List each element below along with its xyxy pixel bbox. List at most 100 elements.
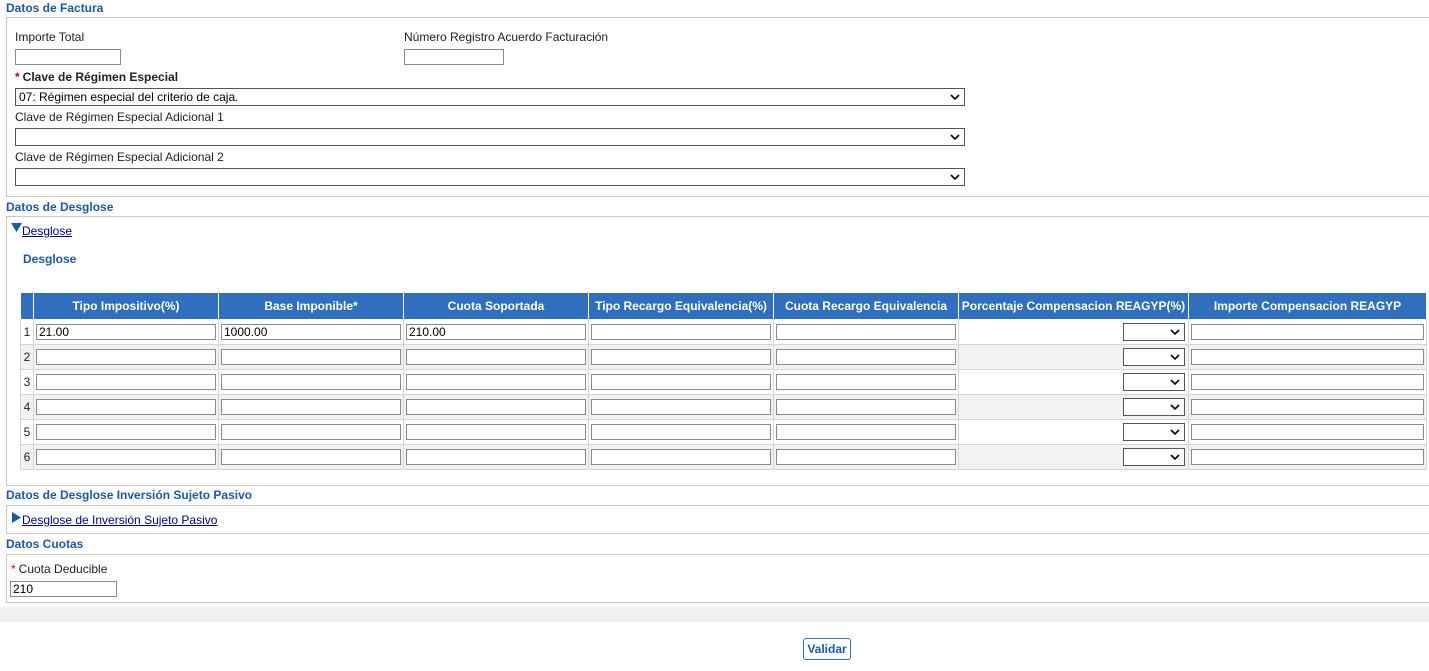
tipo-recargo-input[interactable] [591, 349, 771, 365]
desglose-subtitle: Desglose [23, 252, 77, 266]
tipo-impositivo-input[interactable] [36, 449, 216, 465]
table-cell [33, 344, 219, 370]
importe-total-input[interactable] [15, 49, 121, 65]
chevron-down-icon [950, 174, 960, 181]
table-cell [773, 369, 959, 395]
table-cell [1188, 444, 1427, 470]
table-row: 6 [20, 444, 1427, 470]
tipo-recargo-input[interactable] [591, 424, 771, 440]
tipo-recargo-input[interactable] [591, 449, 771, 465]
table-cell [403, 344, 589, 370]
table-cell [218, 319, 404, 345]
table-cell [218, 344, 404, 370]
base-imponible-input[interactable] [221, 349, 401, 365]
tipo-impositivo-input[interactable] [36, 324, 216, 340]
column-header-index [20, 292, 34, 320]
cuota-deducible-label-text: Cuota Deducible [18, 562, 108, 576]
cuota-soportada-input[interactable] [406, 349, 586, 365]
desglose-toggle-link[interactable]: Desglose [22, 224, 72, 238]
porcentaje-compensacion-select[interactable] [1123, 373, 1185, 391]
cuota-recargo-input[interactable] [776, 349, 956, 365]
section-title-cuotas: Datos Cuotas [6, 537, 84, 551]
importe-compensacion-input[interactable] [1191, 324, 1424, 340]
clave-adicional2-select[interactable] [15, 168, 965, 186]
base-imponible-input[interactable] [221, 424, 401, 440]
cuota-recargo-input[interactable] [776, 424, 956, 440]
base-imponible-input[interactable] [221, 374, 401, 390]
tipo-recargo-input[interactable] [591, 399, 771, 415]
porcentaje-compensacion-select[interactable] [1123, 398, 1185, 416]
cuota-soportada-input[interactable] [406, 449, 586, 465]
table-row: 2 [20, 344, 1427, 370]
tipo-impositivo-input[interactable] [36, 374, 216, 390]
cuota-soportada-input[interactable] [406, 374, 586, 390]
importe-total-label: Importe Total [15, 30, 85, 44]
porcentaje-compensacion-select[interactable] [1123, 448, 1185, 466]
triangle-right-icon[interactable] [11, 512, 21, 526]
triangle-down-icon[interactable] [11, 222, 22, 236]
porcentaje-compensacion-select[interactable] [1123, 323, 1185, 341]
cuota-recargo-input[interactable] [776, 449, 956, 465]
tipo-impositivo-input[interactable] [36, 399, 216, 415]
tipo-recargo-input[interactable] [591, 374, 771, 390]
cuota-recargo-input[interactable] [776, 374, 956, 390]
table-cell [403, 394, 589, 420]
table-cell [588, 319, 774, 345]
action-bar [0, 622, 1429, 671]
table-cell [588, 419, 774, 445]
table-cell [773, 419, 959, 445]
table-cell [958, 394, 1189, 420]
desglose-table: Tipo Impositivo(%) Base Imponible* Cuota… [20, 292, 1427, 470]
importe-compensacion-input[interactable] [1191, 424, 1424, 440]
clave-regimen-select[interactable]: 07: Régimen especial del criterio de caj… [15, 88, 965, 106]
cuota-recargo-input[interactable] [776, 399, 956, 415]
clave-adicional1-select[interactable] [15, 128, 965, 146]
validar-button[interactable]: Validar [803, 638, 851, 660]
numero-registro-input[interactable] [404, 49, 504, 65]
chevron-down-icon [1170, 454, 1180, 461]
column-header: Tipo Impositivo(%) [33, 292, 219, 320]
tipo-impositivo-input[interactable] [36, 349, 216, 365]
cuota-deducible-input[interactable] [10, 581, 117, 597]
section-title-inversion: Datos de Desglose Inversión Sujeto Pasiv… [6, 488, 253, 502]
column-header: Tipo Recargo Equivalencia(%) [588, 292, 774, 320]
table-cell [33, 369, 219, 395]
tipo-impositivo-input[interactable] [36, 424, 216, 440]
base-imponible-input[interactable] [221, 449, 401, 465]
base-imponible-input[interactable] [221, 324, 401, 340]
base-imponible-input[interactable] [221, 399, 401, 415]
clave-regimen-label-text: Clave de Régimen Especial [22, 70, 179, 84]
table-cell [403, 444, 589, 470]
table-cell [588, 444, 774, 470]
inversion-box [6, 505, 1429, 534]
column-header: Importe Compensacion REAGYP [1188, 292, 1427, 320]
table-cell [1188, 369, 1427, 395]
clave-regimen-label: * Clave de Régimen Especial [15, 70, 178, 84]
cuotas-box [6, 554, 1429, 603]
table-row: 1 [20, 319, 1427, 345]
importe-compensacion-input[interactable] [1191, 399, 1424, 415]
section-title-factura: Datos de Factura [6, 1, 104, 15]
table-cell [33, 444, 219, 470]
table-cell [403, 369, 589, 395]
table-cell [588, 344, 774, 370]
table-cell [773, 394, 959, 420]
importe-compensacion-input[interactable] [1191, 349, 1424, 365]
cuota-soportada-input[interactable] [406, 424, 586, 440]
cuota-recargo-input[interactable] [776, 324, 956, 340]
table-row: 3 [20, 369, 1427, 395]
table-cell [588, 369, 774, 395]
cuota-soportada-input[interactable] [406, 399, 586, 415]
cuota-soportada-input[interactable] [406, 324, 586, 340]
inversion-toggle-link[interactable]: Desglose de Inversión Sujeto Pasivo [22, 513, 217, 527]
table-cell [958, 344, 1189, 370]
tipo-recargo-input[interactable] [591, 324, 771, 340]
clave-adicional2-label: Clave de Régimen Especial Adicional 2 [15, 150, 224, 164]
row-number: 4 [20, 394, 34, 420]
chevron-down-icon [1170, 379, 1180, 386]
section-title-desglose: Datos de Desglose [6, 200, 114, 214]
importe-compensacion-input[interactable] [1191, 449, 1424, 465]
porcentaje-compensacion-select[interactable] [1123, 423, 1185, 441]
importe-compensacion-input[interactable] [1191, 374, 1424, 390]
porcentaje-compensacion-select[interactable] [1123, 348, 1185, 366]
